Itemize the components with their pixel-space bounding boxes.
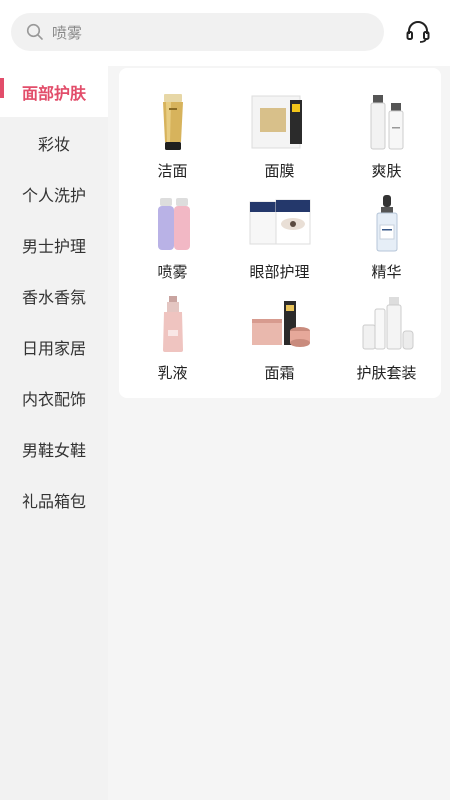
category-label: 洁面	[157, 162, 188, 180]
lotion-bottle-icon	[141, 294, 205, 354]
sidebar-item-shoes[interactable]: 男鞋女鞋	[0, 423, 108, 474]
category-label: 护肤套装	[356, 364, 417, 382]
category-item-spray[interactable]: 喷雾	[119, 193, 226, 294]
category-label: 面霜	[264, 364, 295, 382]
search-icon	[26, 23, 44, 41]
top-bar: 喷雾	[0, 0, 450, 66]
subcategory-panel: 洁面 面膜 爽肤 喷雾 眼部护理 精华 乳液 面霜 护肤套装	[119, 68, 441, 398]
skincare-set-icon	[355, 294, 419, 354]
category-item-skincare-set[interactable]: 护肤套装	[333, 294, 440, 395]
category-item-serum[interactable]: 精华	[333, 193, 440, 294]
cream-jar-icon	[248, 294, 312, 354]
category-label: 眼部护理	[249, 263, 310, 281]
search-bar[interactable]: 喷雾	[11, 13, 384, 51]
sidebar-item-label: 香水香氛	[21, 287, 86, 307]
spray-bottles-icon	[141, 193, 205, 253]
category-item-face-mask[interactable]: 面膜	[226, 92, 333, 193]
category-label: 乳液	[157, 364, 188, 382]
sidebar-item-label: 男鞋女鞋	[21, 440, 86, 460]
sidebar-item-label: 男士护理	[21, 236, 86, 256]
category-item-cleanser[interactable]: 洁面	[119, 92, 226, 193]
sidebar-item-underwear-accessories[interactable]: 内衣配饰	[0, 372, 108, 423]
face-mask-pack-icon	[248, 92, 312, 152]
category-label: 面膜	[264, 162, 295, 180]
gold-tube-icon	[141, 92, 205, 152]
category-sidebar: 面部护肤 彩妆 个人洗护 男士护理 香水香氛 日用家居 内衣配饰 男鞋女鞋 礼品…	[0, 66, 108, 800]
search-placeholder: 喷雾	[52, 23, 83, 42]
sidebar-item-label: 面部护肤	[21, 83, 86, 103]
category-label: 精华	[371, 263, 402, 281]
customer-service-headset-icon[interactable]	[404, 18, 432, 46]
sidebar-item-label: 个人洗护	[21, 185, 86, 205]
serum-dropper-icon	[355, 193, 419, 253]
sidebar-item-makeup[interactable]: 彩妆	[0, 117, 108, 168]
sidebar-item-label: 日用家居	[21, 338, 86, 358]
category-label: 爽肤	[371, 162, 402, 180]
sidebar-item-mens-care[interactable]: 男士护理	[0, 219, 108, 270]
sidebar-item-label: 彩妆	[37, 134, 70, 154]
category-item-toner[interactable]: 爽肤	[333, 92, 440, 193]
sidebar-item-home-goods[interactable]: 日用家居	[0, 321, 108, 372]
category-item-eye-care[interactable]: 眼部护理	[226, 193, 333, 294]
eye-patch-icon	[248, 193, 312, 253]
toner-bottles-icon	[355, 92, 419, 152]
category-item-cream[interactable]: 面霜	[226, 294, 333, 395]
sidebar-item-fragrance[interactable]: 香水香氛	[0, 270, 108, 321]
category-item-lotion[interactable]: 乳液	[119, 294, 226, 395]
sidebar-item-facial-skincare[interactable]: 面部护肤	[0, 66, 108, 117]
sidebar-item-gifts-bags[interactable]: 礼品箱包	[0, 474, 108, 525]
sidebar-item-personal-care[interactable]: 个人洗护	[0, 168, 108, 219]
sidebar-item-label: 礼品箱包	[21, 491, 86, 511]
sidebar-item-label: 内衣配饰	[21, 389, 86, 409]
category-label: 喷雾	[157, 263, 188, 281]
